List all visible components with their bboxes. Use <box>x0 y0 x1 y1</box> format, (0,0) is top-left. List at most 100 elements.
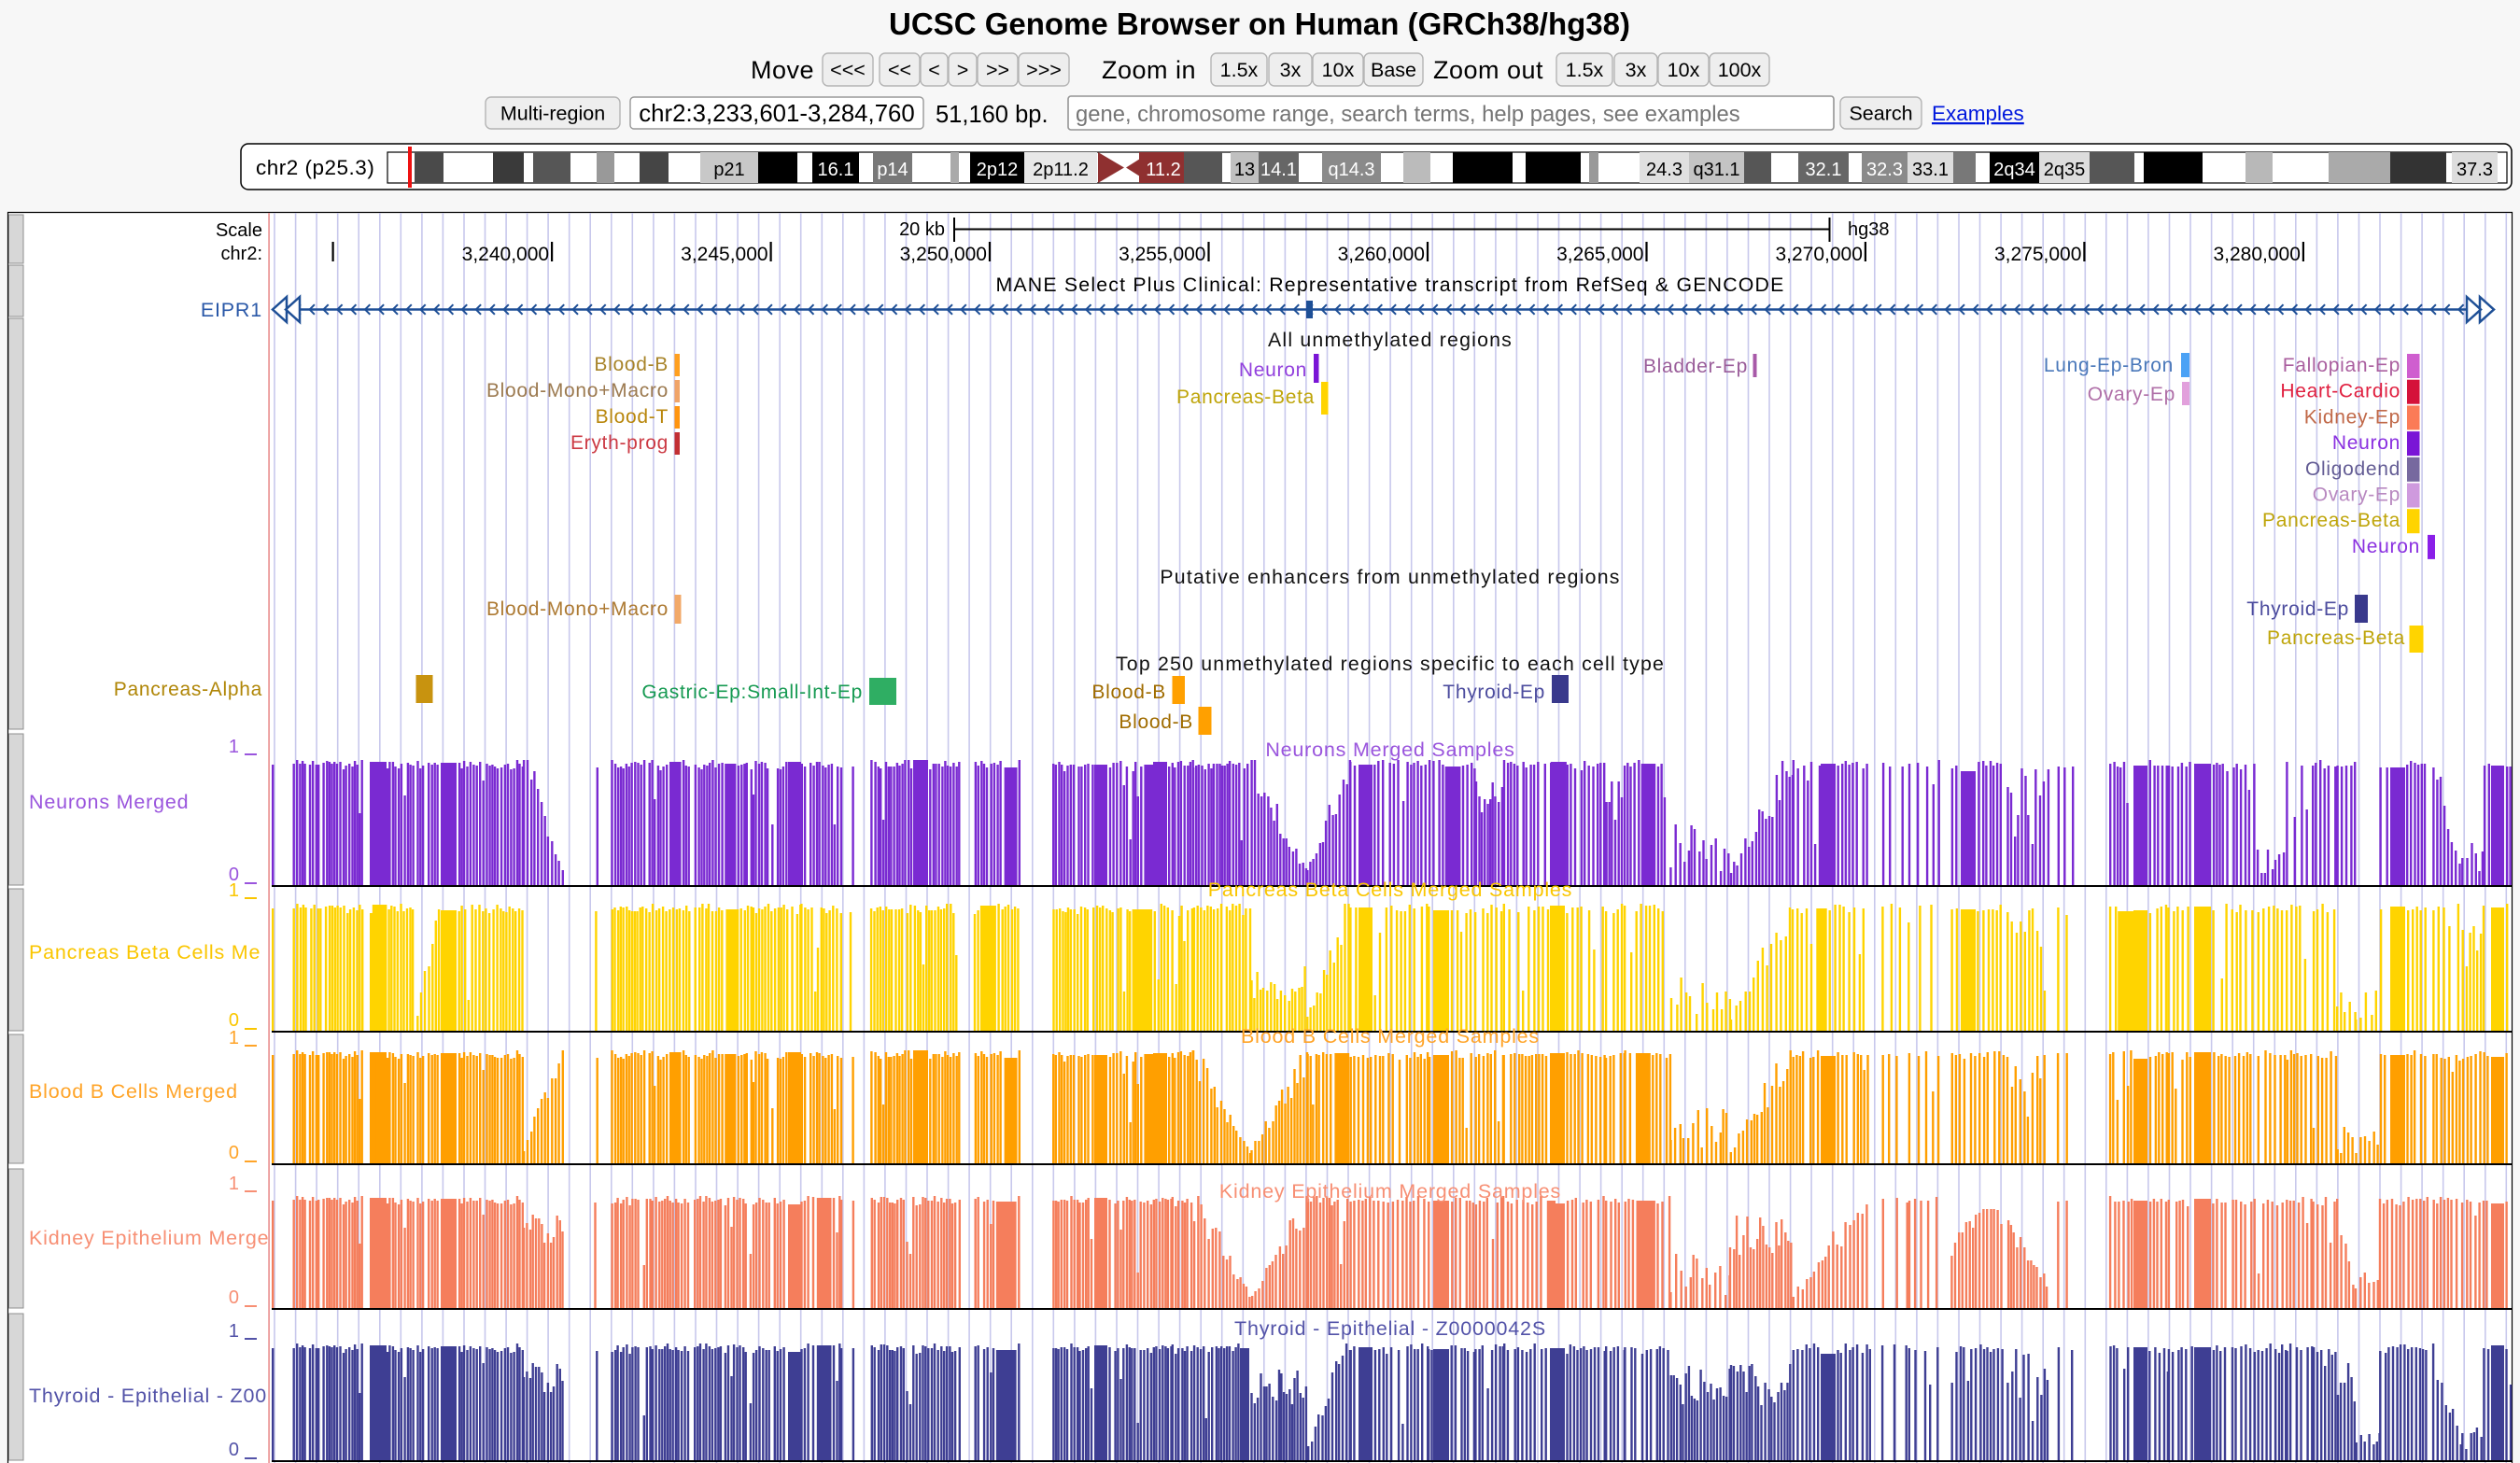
svg-text:Blood B Cells Merged Samples: Blood B Cells Merged Samples <box>1241 1025 1540 1048</box>
svg-text:Bladder-Ep: Bladder-Ep <box>1643 356 1748 377</box>
svg-text:Kidney Epithelium Merged Sampl: Kidney Epithelium Merged Samples <box>1219 1180 1561 1203</box>
svg-text:Pancreas Beta Cells Me: Pancreas Beta Cells Me <box>29 941 260 964</box>
svg-text:3,245,000: 3,245,000 <box>681 244 767 265</box>
svg-text:11.2: 11.2 <box>1146 160 1180 180</box>
svg-text:3,265,000: 3,265,000 <box>1556 244 1643 265</box>
svg-text:3,270,000: 3,270,000 <box>1775 244 1862 265</box>
svg-text:3,250,000: 3,250,000 <box>900 244 987 265</box>
svg-text:2p11.2: 2p11.2 <box>1033 160 1089 180</box>
svg-text:Heart-Cardio: Heart-Cardio <box>2280 381 2400 402</box>
svg-text:Kidney-Ep: Kidney-Ep <box>2304 406 2400 428</box>
svg-text:1: 1 <box>229 880 239 901</box>
svg-text:Lung-Ep-Bron: Lung-Ep-Bron <box>2044 355 2174 376</box>
svg-text:Scale: Scale <box>216 220 262 241</box>
svg-text:p21: p21 <box>713 160 744 180</box>
svg-text:0: 0 <box>229 1287 239 1308</box>
svg-text:32.3: 32.3 <box>1866 160 1903 180</box>
svg-text:>>: >> <box>986 59 1009 81</box>
svg-text:14.1: 14.1 <box>1260 160 1297 180</box>
svg-text:Blood-B: Blood-B <box>1091 682 1166 703</box>
svg-text:Neurons Merged: Neurons Merged <box>29 791 189 813</box>
svg-text:Eryth-prog: Eryth-prog <box>570 432 669 454</box>
svg-text:Ovary-Ep: Ovary-Ep <box>2313 485 2400 506</box>
svg-text:2q34: 2q34 <box>1993 160 2035 180</box>
svg-text:Pancreas-Beta: Pancreas-Beta <box>2267 627 2405 649</box>
svg-text:hg38: hg38 <box>1848 219 1890 240</box>
svg-text:chr2 (p25.3): chr2 (p25.3) <box>256 156 374 179</box>
svg-text:chr2:: chr2: <box>221 244 262 264</box>
svg-text:3x: 3x <box>1280 59 1302 81</box>
svg-text:Blood-Mono+Macro: Blood-Mono+Macro <box>486 380 669 401</box>
svg-text:32.1: 32.1 <box>1806 160 1842 180</box>
svg-text:51,160 bp.: 51,160 bp. <box>936 102 1049 128</box>
svg-text:<: < <box>928 59 940 81</box>
svg-text:Top 250 unmethylated regions s: Top 250 unmethylated regions specific to… <box>1116 653 1665 675</box>
svg-text:Pancreas-Alpha: Pancreas-Alpha <box>114 679 262 700</box>
svg-text:EIPR1: EIPR1 <box>201 299 262 321</box>
svg-text:1: 1 <box>229 737 239 757</box>
svg-text:<<<: <<< <box>830 59 866 81</box>
svg-text:Oligodend: Oligodend <box>2305 458 2400 480</box>
svg-text:<<: << <box>888 59 911 81</box>
svg-text:Base: Base <box>1371 59 1416 81</box>
svg-text:Gastric-Ep:Small-Int-Ep: Gastric-Ep:Small-Int-Ep <box>641 682 863 703</box>
svg-text:Thyroid-Ep: Thyroid-Ep <box>1443 682 1545 703</box>
svg-text:Neuron: Neuron <box>2352 536 2420 557</box>
svg-text:100x: 100x <box>1718 59 1762 81</box>
svg-text:1: 1 <box>229 1174 239 1194</box>
svg-text:1: 1 <box>229 1028 239 1048</box>
svg-text:Blood-T: Blood-T <box>596 406 669 428</box>
svg-text:0: 0 <box>229 1440 239 1460</box>
svg-text:Thyroid-Ep: Thyroid-Ep <box>2246 598 2349 620</box>
svg-text:Examples: Examples <box>1932 102 2024 125</box>
svg-text:33.1: 33.1 <box>1912 160 1949 180</box>
svg-text:Neurons Merged Samples: Neurons Merged Samples <box>1265 739 1514 761</box>
svg-text:3,275,000: 3,275,000 <box>1994 244 2081 265</box>
svg-text:1.5x: 1.5x <box>1566 59 1604 81</box>
svg-text:Zoom out: Zoom out <box>1433 56 1543 84</box>
svg-text:Kidney Epithelium Merge: Kidney Epithelium Merge <box>29 1227 269 1249</box>
svg-text:Putative enhancers from unmeth: Putative enhancers from unmethylated reg… <box>1160 566 1620 588</box>
svg-text:q31.1: q31.1 <box>1693 160 1739 180</box>
svg-text:Blood-B: Blood-B <box>1119 711 1193 733</box>
svg-text:1.5x: 1.5x <box>1220 59 1259 81</box>
svg-text:Pancreas Beta Cells Merged Sam: Pancreas Beta Cells Merged Samples <box>1208 879 1573 901</box>
svg-text:10x: 10x <box>1668 59 1700 81</box>
svg-text:3,280,000: 3,280,000 <box>2213 244 2300 265</box>
svg-text:q14.3: q14.3 <box>1328 160 1374 180</box>
svg-text:Move: Move <box>751 56 814 84</box>
svg-text:>>>: >>> <box>1026 59 1062 81</box>
svg-text:20 kb: 20 kb <box>899 219 945 240</box>
svg-text:chr2:3,233,601-3,284,760: chr2:3,233,601-3,284,760 <box>639 101 914 127</box>
svg-text:0: 0 <box>229 1143 239 1163</box>
svg-text:3x: 3x <box>1626 59 1647 81</box>
svg-text:Blood B Cells Merged: Blood B Cells Merged <box>29 1080 238 1103</box>
svg-text:Thyroid - Epithelial - Z000004: Thyroid - Epithelial - Z0000042S <box>1234 1317 1546 1340</box>
svg-text:Search: Search <box>1849 103 1912 125</box>
svg-text:3,240,000: 3,240,000 <box>462 244 549 265</box>
svg-text:3,260,000: 3,260,000 <box>1338 244 1425 265</box>
svg-text:13: 13 <box>1234 160 1255 180</box>
svg-text:Pancreas-Beta: Pancreas-Beta <box>1176 387 1315 408</box>
svg-text:>: > <box>957 59 969 81</box>
svg-text:MANE Select Plus Clinical: Rep: MANE Select Plus Clinical: Representativ… <box>995 274 1784 296</box>
svg-text:Blood-Mono+Macro: Blood-Mono+Macro <box>486 598 669 620</box>
svg-text:Multi-region: Multi-region <box>500 103 605 125</box>
svg-text:Neuron: Neuron <box>1239 359 1307 381</box>
svg-text:Thyroid - Epithelial - Z00: Thyroid - Epithelial - Z00 <box>29 1385 267 1407</box>
svg-text:Pancreas-Beta: Pancreas-Beta <box>2262 510 2400 531</box>
svg-text:Fallopian-Ep: Fallopian-Ep <box>2283 355 2400 376</box>
svg-text:2q35: 2q35 <box>2044 160 2086 180</box>
svg-text:Blood-B: Blood-B <box>594 354 669 375</box>
svg-text:p14: p14 <box>877 160 908 180</box>
svg-text:16.1: 16.1 <box>818 160 854 180</box>
svg-text:All unmethylated regions: All unmethylated regions <box>1268 329 1513 351</box>
svg-text:2p12: 2p12 <box>977 160 1019 180</box>
svg-text:gene, chromosome range, search: gene, chromosome range, search terms, he… <box>1076 102 1740 127</box>
svg-text:24.3: 24.3 <box>1646 160 1682 180</box>
svg-text:Neuron: Neuron <box>2332 432 2400 454</box>
svg-text:1: 1 <box>229 1321 239 1342</box>
svg-text:Zoom in: Zoom in <box>1102 56 1196 84</box>
svg-text:3,255,000: 3,255,000 <box>1119 244 1205 265</box>
svg-text:10x: 10x <box>1322 59 1355 81</box>
